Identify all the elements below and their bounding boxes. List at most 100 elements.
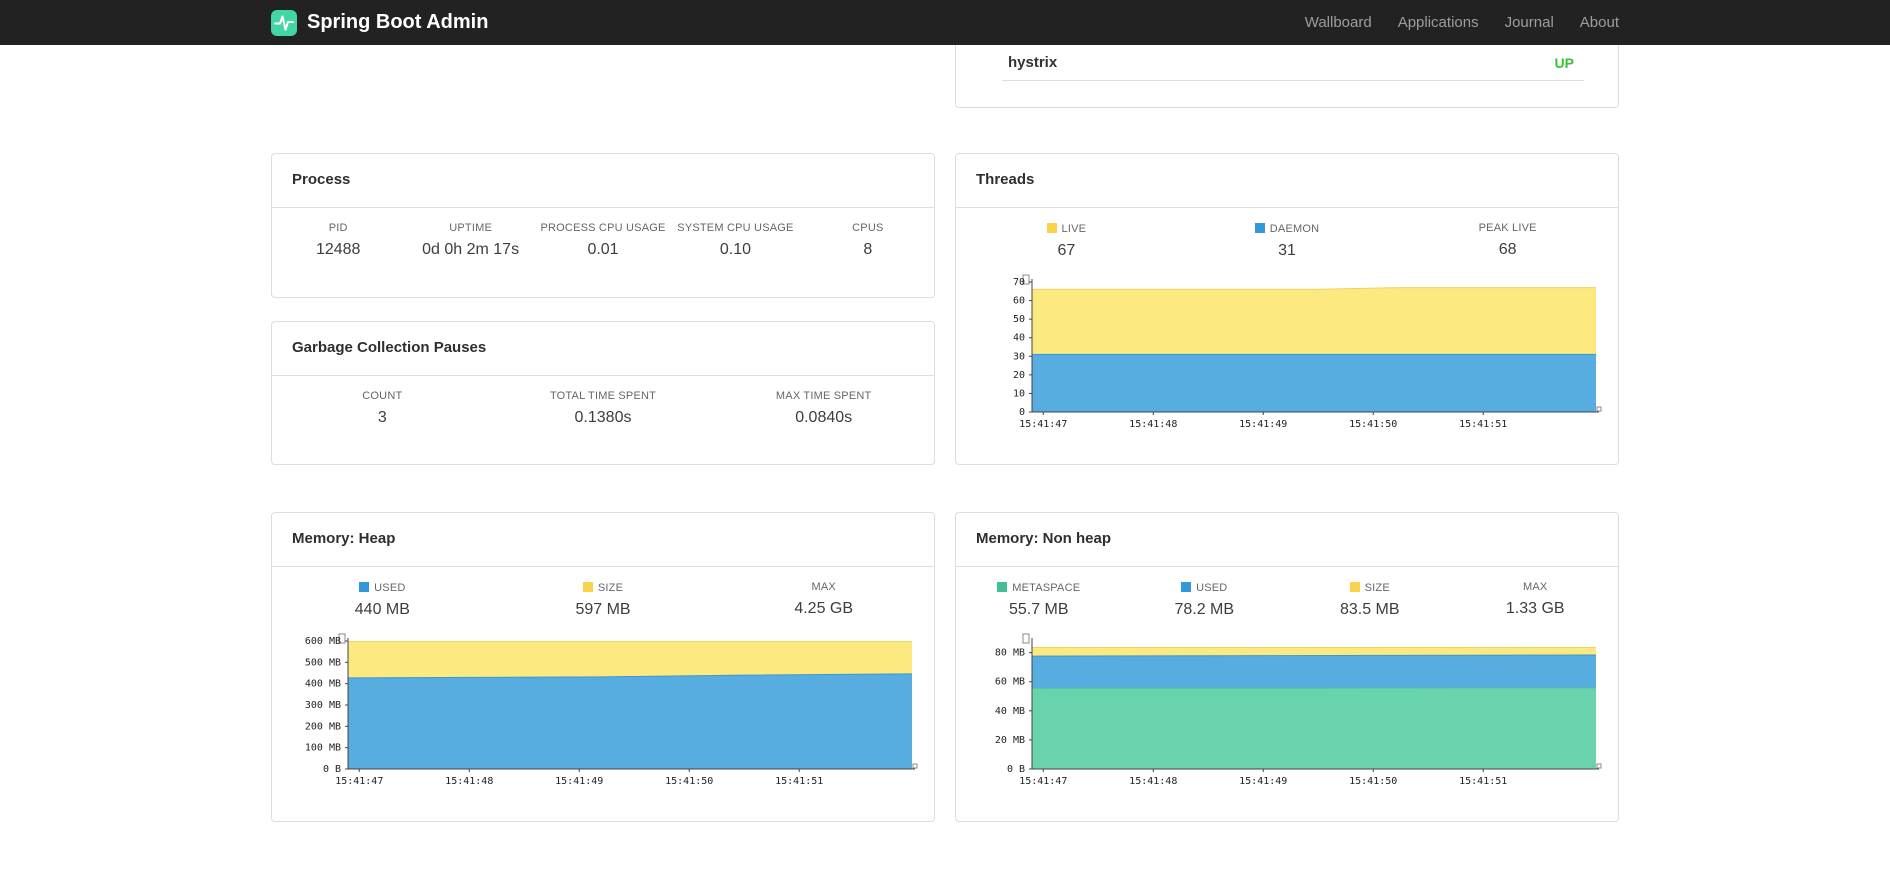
stat-value: 0.0840s (795, 409, 853, 426)
legend-swatch-yellow (1349, 582, 1360, 592)
threads-panel-title: Threads (956, 154, 1618, 208)
stat-value: 0.10 (719, 241, 751, 258)
legend-swatch-blue (1254, 223, 1265, 233)
svg-text:500 MB: 500 MB (305, 657, 341, 668)
stat-nonheap-max: MAX 1.33 GB (1453, 581, 1619, 619)
legend-swatch-blue (359, 582, 370, 592)
nav-item-about[interactable]: About (1580, 14, 1619, 31)
nav-item-wallboard[interactable]: Wallboard (1305, 14, 1372, 31)
svg-text:15:41:47: 15:41:47 (1019, 776, 1067, 787)
svg-text:15:41:51: 15:41:51 (775, 776, 823, 787)
threads-chart: 0 10 20 30 40 50 60 70 15:41:47 15:41:48 15:41:49 1… (1013, 274, 1602, 430)
threads-stats: LIVE 67 DAEMON 31 PEAK LIVE 68 (956, 222, 1618, 260)
divider (1002, 80, 1584, 81)
svg-text:15:41:49: 15:41:49 (1239, 419, 1287, 430)
svg-text:15:41:47: 15:41:47 (335, 776, 383, 787)
memory-nonheap-panel-title: Memory: Non heap (956, 513, 1618, 567)
stat-label: USED (1122, 581, 1288, 594)
svg-text:20 MB: 20 MB (995, 735, 1025, 746)
navbar-menu: Wallboard Applications Journal About (1305, 14, 1619, 31)
stat-value: 440 MB (354, 601, 410, 618)
stat-heap-used: USED 440 MB (272, 581, 493, 619)
stat-nonheap-used: USED 78.2 MB (1122, 581, 1288, 619)
stat-value: 78.2 MB (1174, 601, 1235, 618)
svg-text:10: 10 (1013, 388, 1025, 399)
stat-value: 55.7 MB (1008, 601, 1069, 618)
gc-pauses-panel: Garbage Collection Pauses COUNT 3 TOTAL … (271, 321, 935, 465)
svg-text:100 MB: 100 MB (305, 743, 341, 754)
stat-process-cpu-usage: PROCESS CPU USAGE 0.01 (537, 222, 669, 259)
stat-label: PROCESS CPU USAGE (540, 222, 666, 234)
stat-label: MAX (811, 581, 836, 593)
process-panel: Process PID 12488 UPTIME 0d 0h 2m 17s PR… (271, 153, 935, 298)
stat-gc-total-time: TOTAL TIME SPENT 0.1380s (493, 390, 714, 427)
stat-label: SIZE (1287, 581, 1453, 594)
svg-text:15:41:49: 15:41:49 (1239, 776, 1287, 787)
stat-value: 0.1380s (574, 409, 632, 426)
stat-label: MAX TIME SPENT (775, 390, 872, 402)
nonheap-stats: METASPACE 55.7 MB USED 78.2 MB SIZE 83.5… (956, 581, 1618, 619)
memory-nonheap-chart: 0 B 20 MB 40 MB 60 MB 80 MB 15:41:47 15:41:48 1… (995, 633, 1602, 787)
stat-cpus: CPUS 8 (802, 222, 934, 259)
memory-heap-chart: 0 B 100 MB 200 MB 300 MB 400 MB 500 MB 600 MB 1… (305, 633, 918, 787)
memory-nonheap-panel: Memory: Non heap METASPACE 55.7 MB USED … (955, 512, 1619, 822)
stat-label: USED (272, 581, 493, 594)
gc-stats: COUNT 3 TOTAL TIME SPENT 0.1380s MAX TIM… (272, 390, 934, 427)
stat-label: PID (328, 222, 348, 234)
left-column: Process PID 12488 UPTIME 0d 0h 2m 17s PR… (271, 45, 935, 822)
legend-swatch-blue (1181, 582, 1192, 592)
stat-pid: PID 12488 (272, 222, 404, 259)
spring-boot-admin-logo-icon (271, 9, 297, 36)
stat-value: 0.01 (587, 241, 619, 258)
svg-text:15:41:50: 15:41:50 (665, 776, 713, 787)
stat-heap-max: MAX 4.25 GB (713, 581, 934, 619)
top-navbar: Spring Boot Admin Wallboard Applications… (0, 0, 1890, 45)
svg-text:40 MB: 40 MB (995, 706, 1025, 717)
status-badge: UP (1554, 54, 1574, 71)
right-column: hystrix UP Threads LIVE 67 DAEMON 31 PEA… (955, 45, 1619, 822)
stat-gc-max-time: MAX TIME SPENT 0.0840s (713, 390, 934, 427)
stat-label: PEAK LIVE (1478, 222, 1537, 234)
nav-item-journal[interactable]: Journal (1505, 14, 1554, 31)
stat-value: 597 MB (575, 601, 631, 618)
stat-value: 31 (1278, 242, 1296, 259)
svg-text:300 MB: 300 MB (305, 700, 341, 711)
stat-nonheap-metaspace: METASPACE 55.7 MB (956, 581, 1122, 619)
brand-link[interactable]: Spring Boot Admin (271, 9, 489, 36)
stat-value: 4.25 GB (794, 600, 854, 617)
stat-value: 67 (1057, 242, 1076, 259)
svg-text:600 MB: 600 MB (305, 636, 341, 647)
svg-text:0 B: 0 B (323, 764, 341, 775)
svg-text:15:41:51: 15:41:51 (1459, 419, 1507, 430)
dashboard-content: Process PID 12488 UPTIME 0d 0h 2m 17s PR… (271, 45, 1619, 822)
stat-threads-peak-live: PEAK LIVE 68 (1397, 222, 1618, 260)
svg-text:15:41:47: 15:41:47 (1019, 419, 1067, 430)
process-stats: PID 12488 UPTIME 0d 0h 2m 17s PROCESS CP… (272, 222, 934, 259)
stat-label: MAX (1523, 581, 1548, 593)
stat-label: METASPACE (956, 581, 1122, 594)
svg-text:30: 30 (1013, 351, 1025, 362)
stat-label: DAEMON (1177, 222, 1398, 235)
memory-heap-panel-title: Memory: Heap (272, 513, 934, 567)
legend-swatch-green (997, 582, 1008, 592)
svg-text:15:41:49: 15:41:49 (555, 776, 603, 787)
nav-item-applications[interactable]: Applications (1398, 14, 1479, 31)
process-panel-title: Process (272, 154, 934, 208)
legend-swatch-yellow (582, 582, 593, 592)
stat-value: 12488 (315, 241, 361, 258)
stat-threads-live: LIVE 67 (956, 222, 1177, 260)
stat-label: LIVE (956, 222, 1177, 235)
svg-text:0 B: 0 B (1007, 764, 1025, 775)
svg-text:70: 70 (1013, 277, 1025, 288)
svg-text:200 MB: 200 MB (305, 721, 341, 732)
stat-value: 1.33 GB (1505, 600, 1565, 617)
service-name: hystrix (1008, 54, 1058, 71)
brand-title: Spring Boot Admin (307, 11, 489, 33)
service-status-panel: hystrix UP (955, 45, 1619, 108)
svg-text:15:41:50: 15:41:50 (1349, 776, 1397, 787)
svg-text:40: 40 (1013, 333, 1025, 344)
stat-heap-size: SIZE 597 MB (493, 581, 714, 619)
stat-label: TOTAL TIME SPENT (549, 390, 657, 402)
threads-panel: Threads LIVE 67 DAEMON 31 PEAK LIVE 68 0… (955, 153, 1619, 465)
svg-text:20: 20 (1013, 370, 1025, 381)
